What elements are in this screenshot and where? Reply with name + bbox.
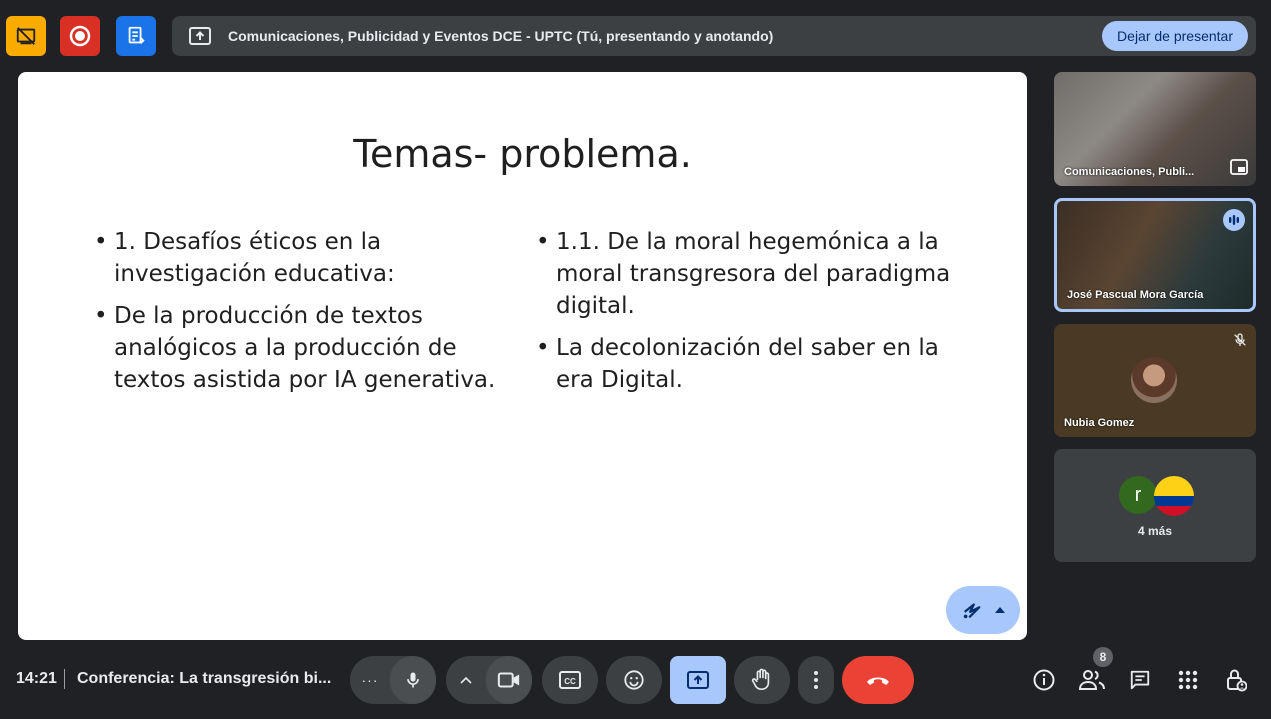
present-screen-icon	[687, 671, 709, 689]
mic-icon	[407, 672, 419, 688]
speaking-indicator-icon	[1223, 209, 1245, 236]
participant-name: Comunicaciones, Publi...	[1064, 166, 1195, 178]
slide-bullet: La decolonización del saber en la era Di…	[536, 332, 976, 396]
chat-button[interactable]	[1126, 666, 1154, 694]
presenting-label: Comunicaciones, Publicidad y Eventos DCE…	[228, 28, 774, 44]
participant-name: José Pascual Mora García	[1067, 289, 1204, 301]
present-screen-icon	[188, 24, 212, 48]
camera-icon	[497, 672, 520, 688]
participant-name: Nubia Gomez	[1064, 417, 1135, 429]
slide-bullet: 1. Desafíos éticos en la investigación e…	[94, 226, 514, 290]
meeting-time: 14:21	[16, 670, 57, 687]
stop-presenting-button[interactable]: Dejar de presentar	[1102, 21, 1248, 51]
lock-person-icon	[1227, 669, 1247, 692]
slide-title: Temas- problema.	[353, 132, 692, 176]
record-icon[interactable]	[60, 16, 100, 56]
captions-button[interactable]: CC	[542, 656, 598, 704]
camera-button[interactable]	[486, 656, 532, 704]
annotation-toggle-button[interactable]	[946, 586, 1020, 634]
no-signal-icon[interactable]	[6, 16, 46, 56]
reactions-button[interactable]	[606, 656, 662, 704]
participant-count-badge: 8	[1093, 647, 1113, 667]
activities-button[interactable]	[1174, 666, 1202, 694]
mic-off-icon	[1232, 332, 1248, 353]
video-options-button[interactable]	[446, 656, 486, 704]
annotate-pen-icon	[963, 603, 981, 619]
emoji-icon	[624, 670, 644, 690]
more-vert-icon	[814, 671, 818, 689]
meeting-info-button[interactable]	[1030, 666, 1058, 694]
presentation-slide: Temas- problema. 1. Desafíos éticos en l…	[18, 72, 1027, 640]
hand-icon	[751, 668, 770, 690]
audio-options-button[interactable]: ···	[350, 656, 390, 704]
info-icon	[1033, 669, 1055, 691]
apps-grid-icon	[1178, 670, 1198, 690]
closed-captions-icon: CC	[559, 671, 581, 689]
meeting-title: Conferencia: La transgresión bi...	[77, 670, 332, 687]
svg-text:CC: CC	[564, 677, 576, 686]
more-horiz-icon: ···	[361, 672, 379, 688]
presenting-banner: Comunicaciones, Publicidad y Eventos DCE…	[172, 16, 1256, 56]
participant-tile-active-speaker[interactable]: José Pascual Mora García	[1054, 198, 1256, 312]
more-participants-tile[interactable]: r 4 más	[1054, 449, 1256, 562]
caret-up-icon	[995, 607, 1005, 613]
camera-control	[446, 656, 532, 704]
people-icon	[1079, 670, 1105, 690]
chevron-up-icon	[460, 676, 472, 684]
avatar	[1131, 357, 1177, 403]
pip-icon[interactable]	[1230, 159, 1248, 180]
notes-icon[interactable]	[116, 16, 156, 56]
host-controls-button[interactable]	[1222, 666, 1250, 694]
microphone-control: ···	[350, 656, 436, 704]
avatar: r	[1119, 476, 1157, 514]
avatar	[1154, 476, 1194, 516]
leave-call-button[interactable]	[842, 656, 914, 704]
slide-right-column: 1.1. De la moral hegemónica a la moral t…	[536, 226, 976, 406]
participant-tile[interactable]: Nubia Gomez	[1054, 324, 1256, 437]
hang-up-icon	[867, 677, 889, 685]
more-participants-label: 4 más	[1137, 524, 1173, 538]
raise-hand-button[interactable]	[734, 656, 790, 704]
chat-icon	[1130, 670, 1150, 690]
present-now-button[interactable]	[670, 656, 726, 704]
participant-tile[interactable]: Comunicaciones, Publi...	[1054, 72, 1256, 186]
slide-bullet: De la producción de textos analógicos a …	[94, 300, 514, 396]
more-options-button[interactable]	[798, 656, 834, 704]
slide-bullet: 1.1. De la moral hegemónica a la moral t…	[536, 226, 976, 322]
divider	[64, 669, 65, 689]
slide-left-column: 1. Desafíos éticos en la investigación e…	[94, 226, 514, 406]
microphone-button[interactable]	[390, 656, 436, 704]
people-button[interactable]	[1078, 666, 1106, 694]
